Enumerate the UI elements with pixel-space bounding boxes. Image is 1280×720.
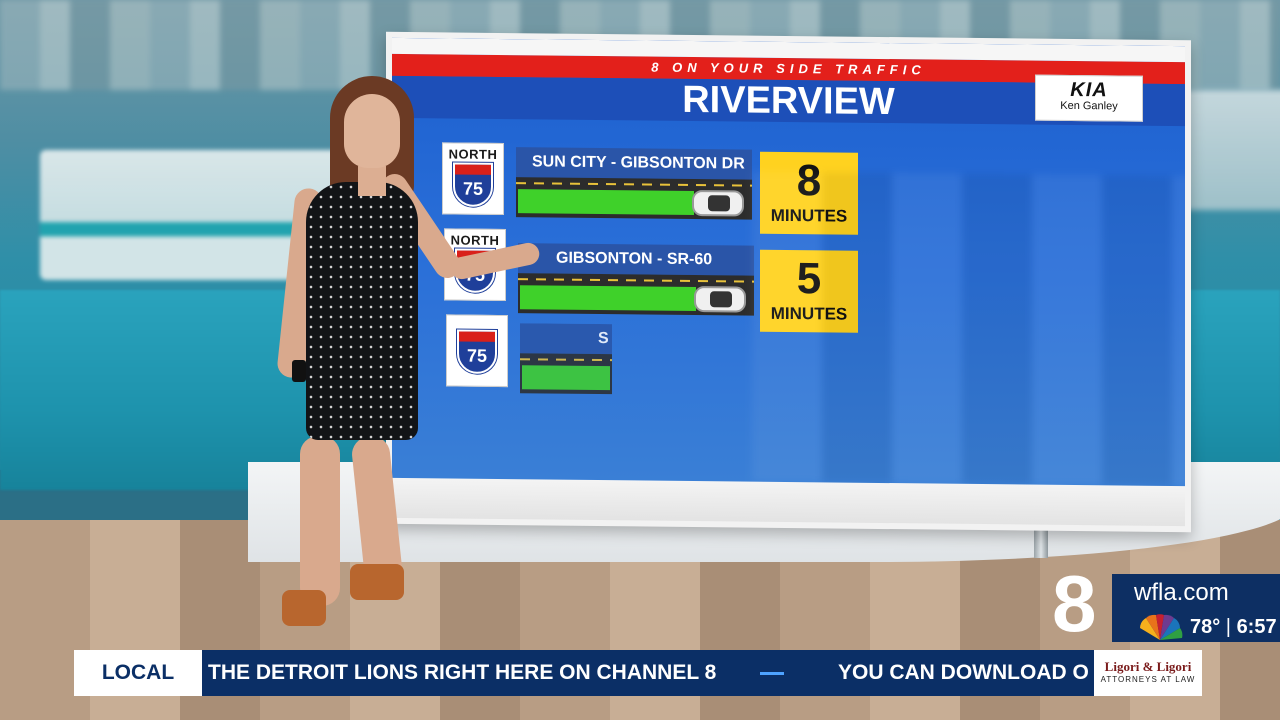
ticker-message: YOU CAN DOWNLOAD O	[838, 661, 1089, 684]
ticker-separator	[760, 672, 784, 675]
ticker-sponsor-name: Ligori & Ligori	[1104, 659, 1192, 674]
channel-number-logo: 8	[1052, 559, 1097, 648]
travel-time-value: 8	[796, 156, 822, 206]
website-text: wfla.com	[1134, 579, 1229, 606]
sponsor-dealer: Ken Ganley	[1060, 99, 1118, 113]
presenter-neck	[358, 166, 386, 196]
travel-time-box: 8 MINUTES	[760, 151, 858, 235]
ticker-sponsor-logo: Ligori & Ligori ATTORNEYS AT LAW	[1094, 650, 1202, 696]
travel-time-box: 5 MINUTES	[760, 249, 858, 333]
station-bug: wfla.com 78° | 6:57 8	[1052, 564, 1280, 644]
presenter-right-shoe	[350, 564, 404, 600]
travel-time-value: 5	[796, 254, 822, 304]
ticker-message: THE DETROIT LIONS RIGHT HERE ON CHANNEL …	[208, 661, 717, 684]
car-icon	[694, 286, 746, 313]
ticker-label: LOCAL	[74, 650, 202, 696]
presenter-left-leg	[300, 436, 340, 606]
news-ticker: LOCAL THE DETROIT LIONS RIGHT HERE ON CH…	[74, 650, 1202, 696]
station-website: wfla.com	[1112, 574, 1280, 612]
temperature: 78°	[1190, 616, 1221, 638]
remote-clicker	[292, 360, 306, 382]
presenter-dress	[306, 182, 418, 440]
presenter-right-forearm	[448, 240, 542, 282]
presenter	[270, 70, 560, 640]
car-icon	[692, 189, 744, 217]
presenter-face	[344, 94, 400, 168]
clock-time: 6:57	[1236, 616, 1277, 638]
ticker-scroll-area: THE DETROIT LIONS RIGHT HERE ON CHANNEL …	[202, 650, 1094, 696]
travel-time-unit: MINUTES	[770, 303, 848, 324]
sponsor-logo: KIA Ken Ganley	[1035, 74, 1143, 122]
ticker-sponsor-sub: ATTORNEYS AT LAW	[1100, 675, 1196, 684]
presenter-left-shoe	[282, 590, 326, 626]
travel-time-unit: MINUTES	[770, 205, 848, 226]
peacock-icon	[1140, 614, 1183, 640]
readout-divider: |	[1220, 616, 1237, 638]
background-boat-right	[1180, 90, 1280, 210]
